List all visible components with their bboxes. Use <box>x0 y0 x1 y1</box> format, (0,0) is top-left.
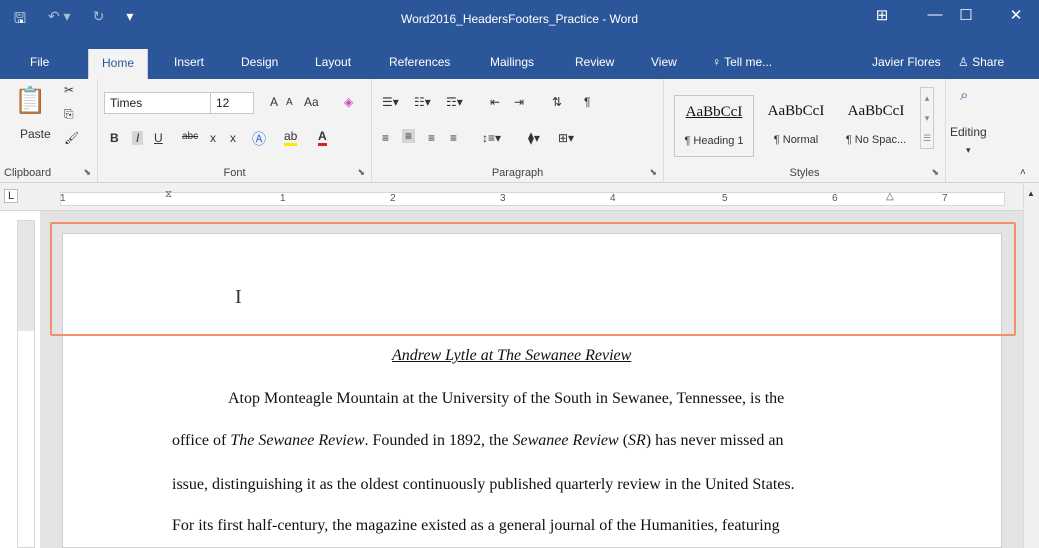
strikethrough-button[interactable]: abc <box>182 131 198 142</box>
numbering-icon[interactable]: ☷▾ <box>414 95 431 109</box>
borders-icon[interactable]: ⊞▾ <box>558 131 574 145</box>
tab-file[interactable]: File <box>30 55 49 69</box>
format-painter-icon[interactable]: 🖌 <box>64 131 79 145</box>
vertical-scrollbar[interactable]: ▲ <box>1023 183 1039 548</box>
paragraph-label: Paragraph <box>491 167 544 179</box>
scroll-up-icon[interactable]: ▲ <box>1027 189 1035 198</box>
subscript-button[interactable]: x <box>210 131 216 145</box>
chevron-down-icon[interactable]: ▾ <box>966 145 971 156</box>
tell-me-search[interactable]: ♀ Tell me... <box>712 55 772 69</box>
copy-icon[interactable]: ⎘ <box>64 107 74 122</box>
show-marks-button[interactable]: ¶ <box>584 95 590 109</box>
font-group: Times 12 A A Aa ◈ B I U abc x x Ⓐ ab A F… <box>98 79 372 183</box>
share-button[interactable]: ♙ Share <box>958 55 1004 69</box>
paragraph-group: ☰▾ ☷▾ ☶▾ ⇤ ⇥ ⇅ ¶ ≡ ≡ ≡ ≡ ↕≡▾ ⧫▾ ⊞▾ Parag… <box>372 79 664 183</box>
superscript-button[interactable]: x <box>230 131 236 145</box>
tab-design[interactable]: Design <box>241 55 278 69</box>
grow-font-icon[interactable]: A <box>270 95 278 109</box>
shading-icon[interactable]: ⧫▾ <box>528 131 540 145</box>
horizontal-ruler: L 1 ⧖ 1 2 3 4 5 6 △ 7 <box>0 183 1039 211</box>
tab-home[interactable]: Home <box>88 49 149 79</box>
tab-view[interactable]: View <box>651 55 677 69</box>
ruler-number: 7 <box>942 193 948 204</box>
styles-label: Styles <box>789 167 820 179</box>
ruler-number: 3 <box>500 193 506 204</box>
font-size-box[interactable]: 12 <box>210 92 254 114</box>
paragraph-line-1[interactable]: Atop Monteagle Mountain at the Universit… <box>228 390 784 408</box>
justify-icon[interactable]: ≡ <box>450 131 457 145</box>
user-name[interactable]: Javier Flores <box>872 55 941 69</box>
tab-insert[interactable]: Insert <box>174 55 204 69</box>
clipboard-label: Clipboard <box>4 167 52 179</box>
ruler-band[interactable] <box>60 192 1005 206</box>
maximize-icon[interactable]: ☐ <box>946 6 986 24</box>
paragraph-line-2[interactable]: office of The Sewanee Review. Founded in… <box>172 432 784 450</box>
cut-icon[interactable]: ✂ <box>64 83 74 97</box>
font-name-box[interactable]: Times <box>104 92 212 114</box>
tab-references[interactable]: References <box>389 55 450 69</box>
ribbon-tabs: File Home Insert Design Layout Reference… <box>0 49 1039 79</box>
multilevel-list-icon[interactable]: ☶▾ <box>446 95 463 109</box>
header-highlight[interactable] <box>50 222 1016 336</box>
underline-button[interactable]: U <box>154 131 163 145</box>
style-no-spacing[interactable]: AaBbCcI ¶ No Spac... <box>836 95 916 157</box>
change-case-icon[interactable]: Aa <box>304 95 319 109</box>
paragraph-line-3[interactable]: issue, distinguishing it as the oldest c… <box>172 476 795 494</box>
person-icon: ♙ <box>958 55 973 69</box>
increase-indent-icon[interactable]: ⇥ <box>514 95 524 109</box>
editing-group: ⌕ Editing ▾ <box>946 79 998 183</box>
tab-review[interactable]: Review <box>575 55 614 69</box>
ruler-number: 4 <box>610 193 616 204</box>
bold-button[interactable]: B <box>110 131 119 145</box>
collapse-ribbon-icon[interactable]: ˄ <box>1020 167 1026 178</box>
text-effects-icon[interactable]: Ⓐ <box>252 129 266 149</box>
document-title[interactable]: Andrew Lytle at The Sewanee Review <box>392 347 631 365</box>
ruler-number: 6 <box>832 193 838 204</box>
clear-format-icon[interactable]: ◈ <box>344 95 353 109</box>
sort-icon[interactable]: ⇅ <box>552 95 562 109</box>
ruler-number: 2 <box>390 193 396 204</box>
line-spacing-icon[interactable]: ↕≡▾ <box>482 131 501 145</box>
paragraph-line-4[interactable]: For its first half-century, the magazine… <box>172 517 780 535</box>
ribbon: 📋 Paste ✂ ⎘ 🖌 Clipboard ⬊ Times 12 A A A… <box>0 79 1039 183</box>
ruler-number: 1 <box>280 193 286 204</box>
shrink-font-icon[interactable]: A <box>286 97 293 108</box>
clipboard-launcher-icon[interactable]: ⬊ <box>83 167 91 178</box>
highlight-color-icon[interactable]: ab <box>284 129 298 146</box>
vertical-ruler <box>17 220 35 548</box>
editing-button[interactable]: Editing <box>950 125 987 139</box>
tab-mailings[interactable]: Mailings <box>490 55 534 69</box>
clipboard-group: 📋 Paste ✂ ⎘ 🖌 Clipboard ⬊ <box>0 79 98 183</box>
paste-button[interactable]: Paste <box>20 127 51 141</box>
ribbon-display-icon[interactable]: ⊞ <box>862 6 902 24</box>
vertical-ruler-margin <box>18 221 34 331</box>
tab-layout[interactable]: Layout <box>315 55 351 69</box>
text-cursor-icon: I <box>235 286 242 308</box>
styles-launcher-icon[interactable]: ⬊ <box>931 167 939 178</box>
tab-selector[interactable]: L <box>4 189 19 203</box>
paragraph-launcher-icon[interactable]: ⬊ <box>649 167 657 178</box>
paste-icon[interactable]: 📋 <box>14 85 46 116</box>
font-color-icon[interactable]: A <box>318 129 327 146</box>
lightbulb-icon: ♀ <box>712 55 725 69</box>
close-icon[interactable]: ✕ <box>996 6 1036 24</box>
right-indent-icon[interactable]: △ <box>886 191 894 202</box>
font-label: Font <box>223 167 246 179</box>
decrease-indent-icon[interactable]: ⇤ <box>490 95 500 109</box>
ruler-number: 1 <box>60 193 66 204</box>
italic-button[interactable]: I <box>132 131 144 145</box>
style-heading-1[interactable]: AaBbCcI ¶ Heading 1 <box>674 95 754 157</box>
title-bar: 🖫 ↶ ▾ ↻ ▾ Word2016_HeadersFooters_Practi… <box>0 0 1039 49</box>
align-center-icon[interactable]: ≡ <box>402 129 416 143</box>
indent-marker-icon[interactable]: ⧖ <box>165 189 172 200</box>
font-launcher-icon[interactable]: ⬊ <box>357 167 365 178</box>
styles-group: AaBbCcI ¶ Heading 1 AaBbCcI ¶ Normal AaB… <box>664 79 946 183</box>
bullets-icon[interactable]: ☰▾ <box>382 95 399 109</box>
ruler-number: 5 <box>722 193 728 204</box>
styles-scroll-icon[interactable]: ▴ ▾ ☰ <box>920 87 934 149</box>
align-left-icon[interactable]: ≡ <box>382 131 389 145</box>
search-icon[interactable]: ⌕ <box>960 87 968 104</box>
align-right-icon[interactable]: ≡ <box>428 131 435 145</box>
style-normal[interactable]: AaBbCcI ¶ Normal <box>756 95 836 157</box>
